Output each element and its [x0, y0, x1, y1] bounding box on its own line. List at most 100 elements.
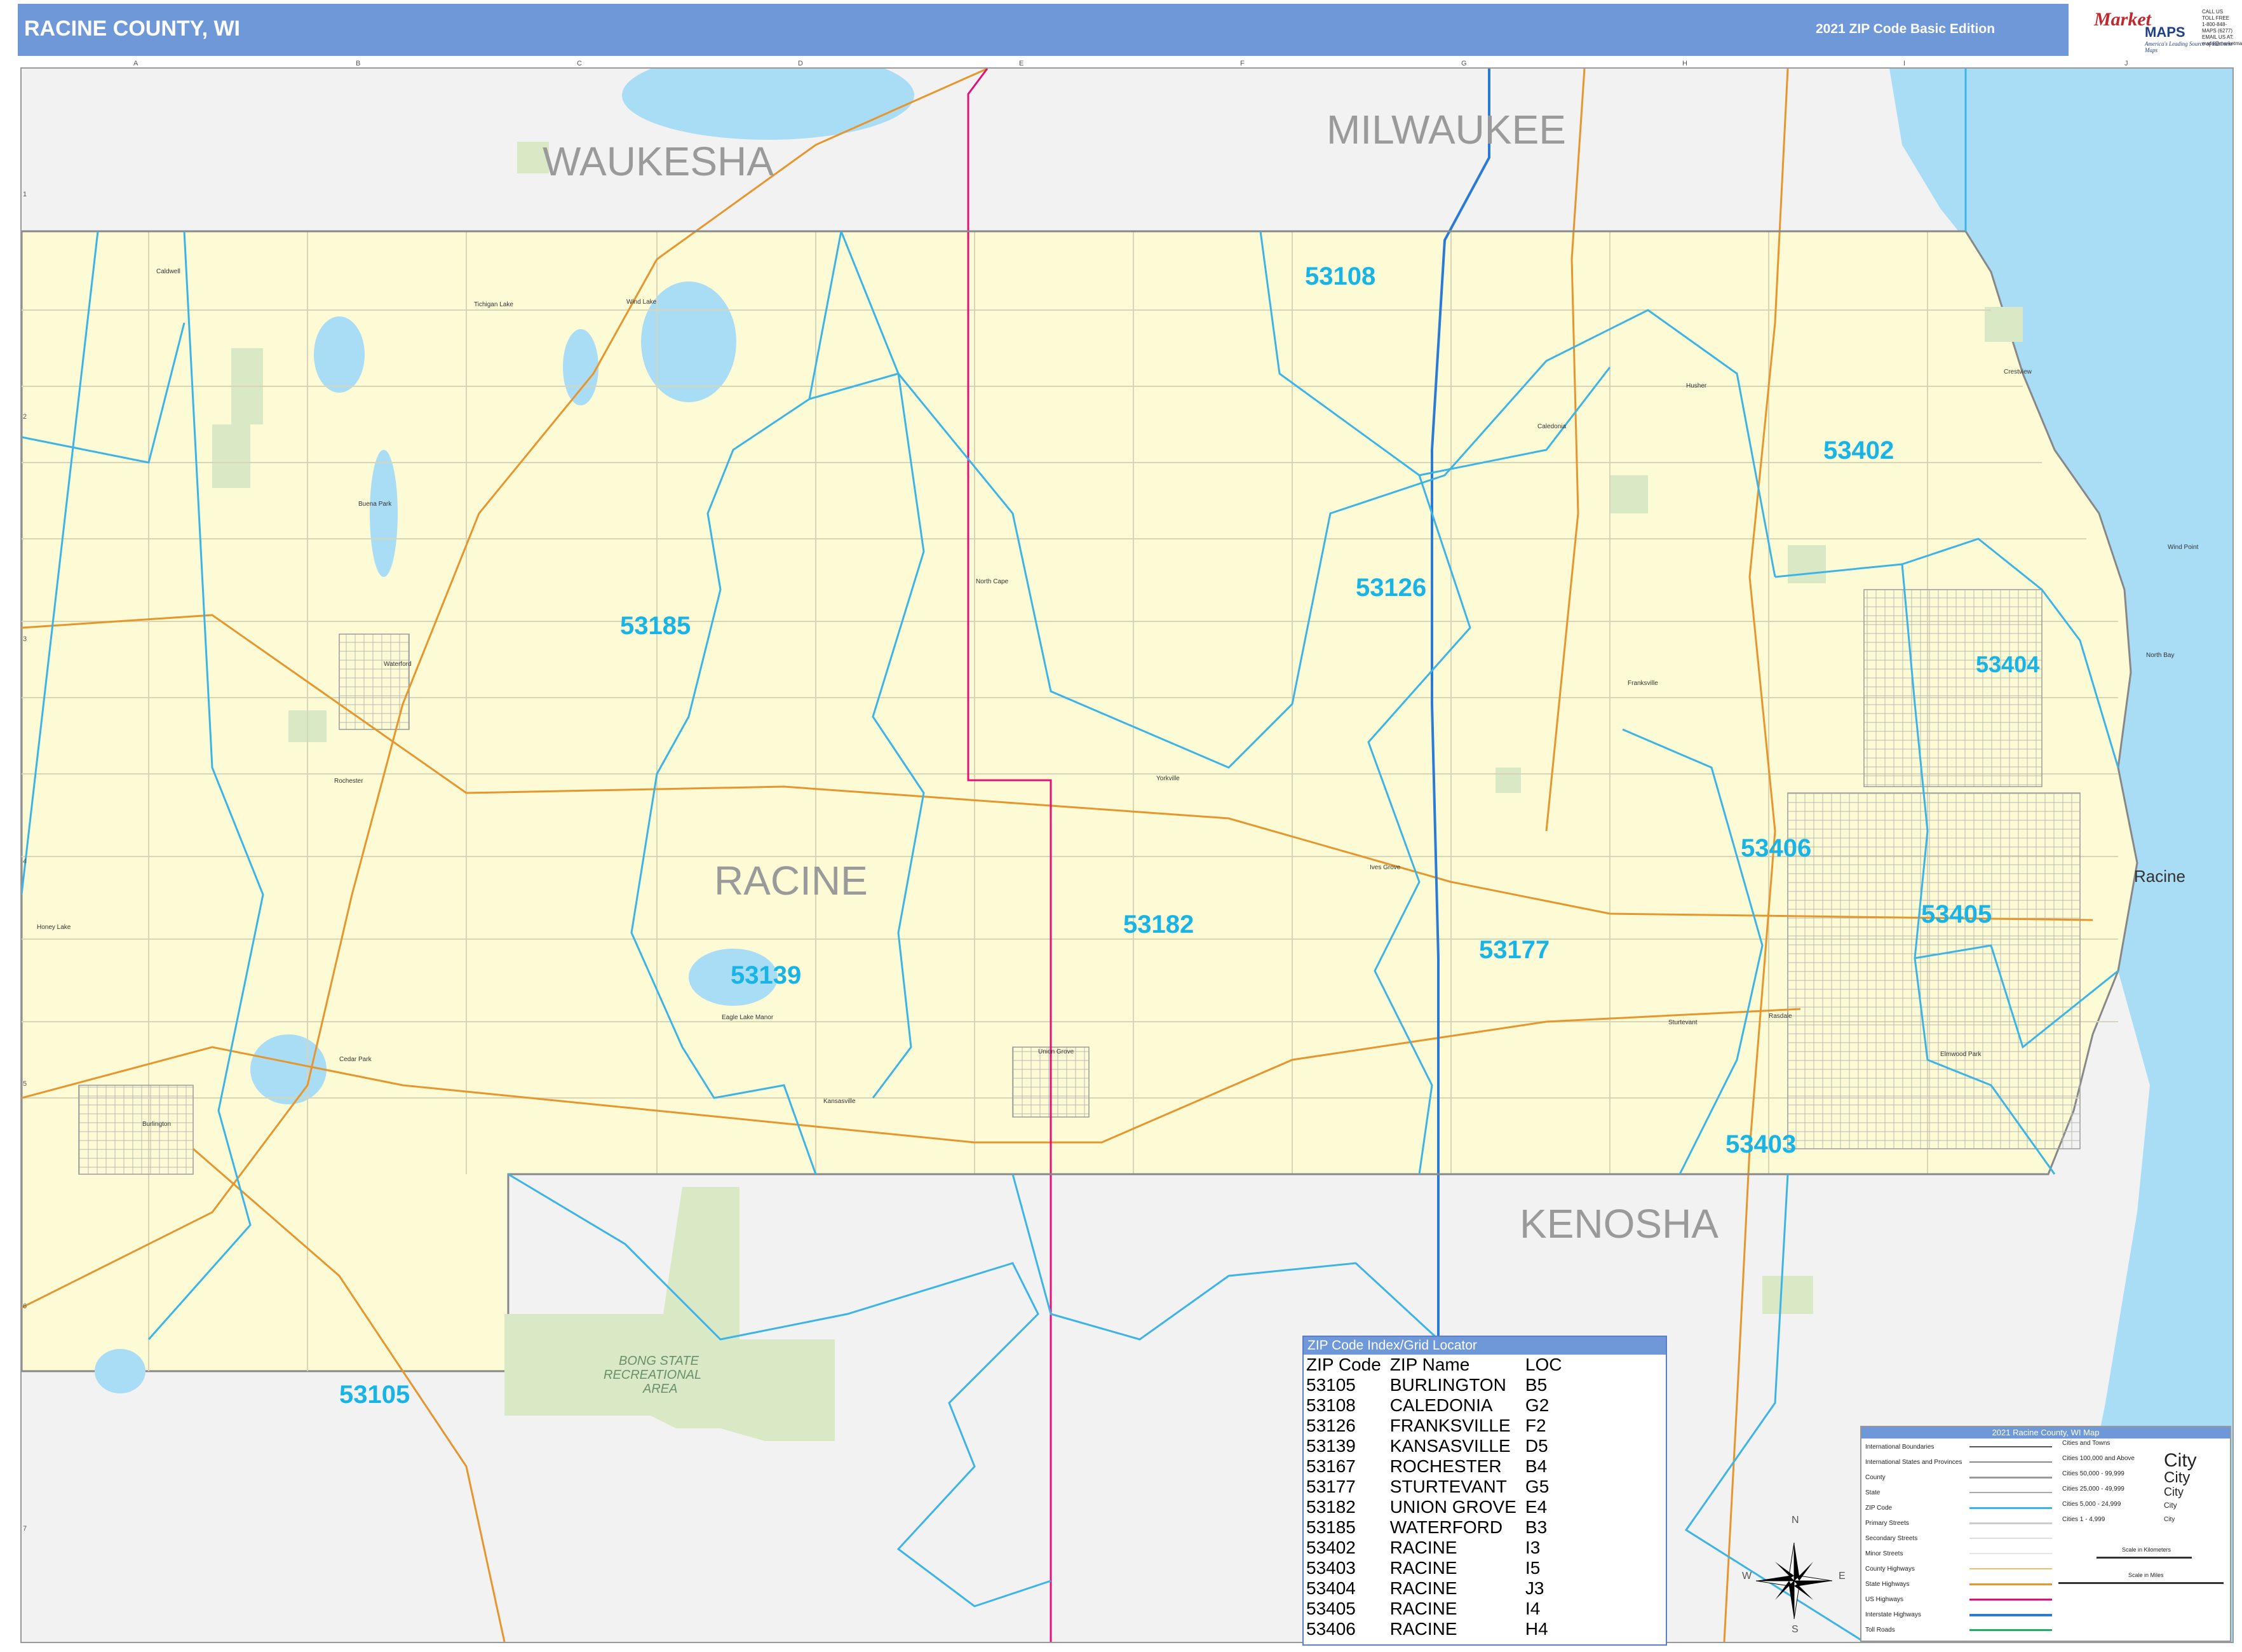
legend-city-sample-4: City	[2164, 1501, 2177, 1510]
county-label-racine: RACINE	[714, 858, 868, 904]
table-row[interactable]: 53182 UNION GROVE E4	[1306, 1497, 1571, 1517]
city-label: North Bay	[2146, 652, 2174, 659]
table-row[interactable]: 53402 RACINE I3	[1306, 1538, 1571, 1558]
legend-swatch	[1969, 1614, 2052, 1616]
zip-code-index: ZIP Code Index/Grid Locator ZIP Code ZIP…	[1302, 1336, 1667, 1646]
table-row[interactable]: 53405 RACINE I4	[1306, 1599, 1571, 1619]
loc-cell: I4	[1525, 1599, 1541, 1618]
legend-cities-header: Cities and Towns	[2062, 1440, 2110, 1447]
legend-city-tier: Cities 100,000 and Above	[2062, 1455, 2135, 1462]
loc-cell: B3	[1525, 1517, 1548, 1537]
name-cell: WATERFORD	[1389, 1517, 1503, 1537]
loc-cell: E4	[1525, 1497, 1548, 1517]
city-label: Yorkville	[1156, 775, 1180, 782]
table-row[interactable]: 53108 CALEDONIA G2	[1306, 1395, 1571, 1416]
grid-row-1: 1	[23, 191, 27, 198]
table-row[interactable]: 53167 ROCHESTER B4	[1306, 1456, 1571, 1477]
name-cell: UNION GROVE	[1389, 1497, 1516, 1517]
logo-brand-sub: MAPS	[2145, 24, 2185, 40]
compass-w: W	[1742, 1571, 1752, 1581]
legend-item: International Boundaries	[1865, 1444, 1935, 1451]
zip-cell: 53405	[1306, 1599, 1356, 1618]
zip-cell: 53182	[1306, 1497, 1356, 1517]
zip-label: 53402	[1823, 437, 1894, 464]
city-label: Franksville	[1628, 680, 1658, 687]
county-label-milwaukee: MILWAUKEE	[1327, 107, 1566, 152]
legend-city-sample-1: City	[2164, 1450, 2197, 1471]
table-row[interactable]: 53126 FRANKSVILLE F2	[1306, 1416, 1571, 1436]
table-row[interactable]: 53404 RACINE J3	[1306, 1578, 1571, 1599]
table-row[interactable]: 53105 BURLINGTON B5	[1306, 1375, 1571, 1395]
legend-item: State	[1865, 1489, 1881, 1496]
loc-cell: G2	[1525, 1395, 1550, 1415]
edition-label: 2021 ZIP Code Basic Edition	[1816, 22, 1996, 36]
zip-cell: 53402	[1306, 1538, 1356, 1557]
city-label: Tichigan Lake	[474, 301, 513, 308]
zip-cell: 53167	[1306, 1456, 1356, 1476]
zip-cell: 53403	[1306, 1558, 1356, 1578]
zip-cell: 53177	[1306, 1477, 1356, 1496]
grid-row-5: 5	[23, 1080, 27, 1088]
zip-cell: 53126	[1306, 1416, 1356, 1435]
grid-row-4: 4	[23, 858, 27, 865]
zip-cell: 53404	[1306, 1578, 1356, 1598]
legend-city-sample-5: City	[2164, 1516, 2175, 1523]
compass-e: E	[1839, 1571, 1846, 1581]
table-row[interactable]: 53177 STURTEVANT G5	[1306, 1477, 1571, 1497]
grid-col-i: I	[1903, 60, 1906, 67]
grid-col-j: J	[2124, 60, 2128, 67]
name-cell: BURLINGTON	[1389, 1375, 1506, 1395]
logo-contact: CALL US TOLL FREE 1-800-848-MAPS (6277) …	[2202, 9, 2242, 46]
city-label: Kansasville	[823, 1098, 856, 1105]
city-label-racine: Racine	[2134, 867, 2185, 886]
loc-cell: F2	[1525, 1416, 1546, 1435]
map-canvas[interactable]: WAUKESHA MILWAUKEE RACINE KENOSHA 53108 …	[22, 69, 2232, 1642]
zip-label: 53404	[1976, 651, 2039, 677]
county-label-waukesha: WAUKESHA	[543, 139, 774, 184]
zip-index-table: ZIP Code ZIP Name LOC 53105 BURLINGTON B5 …	[1306, 1355, 1571, 1639]
map-legend: 2021 Racine County, WI Map International…	[1860, 1426, 2231, 1642]
legend-item: US Highways	[1865, 1596, 1904, 1603]
legend-item: ZIP Code	[1865, 1505, 1893, 1512]
legend-item: Interstate Highways	[1865, 1611, 1921, 1618]
scale-km-label: Scale in Kilometers	[2122, 1547, 2171, 1553]
name-cell: FRANKSVILLE	[1389, 1416, 1511, 1435]
scale-mi-label: Scale in Miles	[2128, 1572, 2164, 1578]
table-row[interactable]: 53139 KANSASVILLE D5	[1306, 1436, 1571, 1456]
grid-row-2: 2	[23, 413, 27, 421]
zip-label: 53105	[339, 1381, 410, 1409]
name-cell: RACINE	[1389, 1558, 1457, 1578]
legend-swatch	[1969, 1629, 2052, 1631]
table-row[interactable]: 53185 WATERFORD B3	[1306, 1517, 1571, 1538]
map-header: RACINE COUNTY, WI 2021 ZIP Code Basic Ed…	[18, 4, 2242, 56]
loc-cell: B5	[1525, 1375, 1548, 1395]
legend-title: 2021 Racine County, WI Map	[1861, 1427, 2230, 1439]
zip-index-title: ZIP Code Index/Grid Locator	[1304, 1337, 1666, 1355]
city-label: Union Grove	[1038, 1048, 1074, 1055]
legend-city-sample-3: City	[2164, 1486, 2184, 1498]
county-map[interactable]: WAUKESHA MILWAUKEE RACINE KENOSHA 53108 …	[20, 67, 2234, 1643]
zip-index-col-name: ZIP Name	[1389, 1355, 1470, 1374]
city-label: Husher	[1686, 383, 1707, 389]
map-title: RACINE COUNTY, WI	[24, 17, 240, 41]
city-label: Crestview	[2004, 369, 2032, 376]
zip-label: 53139	[731, 961, 801, 989]
zip-cell: 53139	[1306, 1436, 1356, 1456]
city-label: Buena Park	[358, 501, 392, 508]
loc-cell: I5	[1525, 1558, 1541, 1578]
table-row[interactable]: 53403 RACINE I5	[1306, 1558, 1571, 1578]
city-label: Caldwell	[156, 268, 180, 275]
legend-item: State Highways	[1865, 1581, 1910, 1588]
legend-swatch	[1969, 1461, 2052, 1463]
legend-city-tier: Cities 1 - 4,999	[2062, 1516, 2105, 1523]
zip-label: 53403	[1725, 1130, 1796, 1158]
city-label: Sturtevant	[1668, 1019, 1698, 1026]
name-cell: ROCHESTER	[1389, 1456, 1502, 1476]
zip-cell: 53108	[1306, 1395, 1356, 1415]
zip-label: 53405	[1921, 900, 1992, 928]
city-label: Wind Point	[2168, 544, 2199, 551]
table-row[interactable]: 53406 RACINE H4	[1306, 1619, 1571, 1639]
grid-col-d: D	[798, 60, 803, 67]
market-maps-logo: Market MAPS America's Leading Source of …	[2069, 4, 2242, 56]
zip-index-col-loc: LOC	[1525, 1355, 1562, 1374]
